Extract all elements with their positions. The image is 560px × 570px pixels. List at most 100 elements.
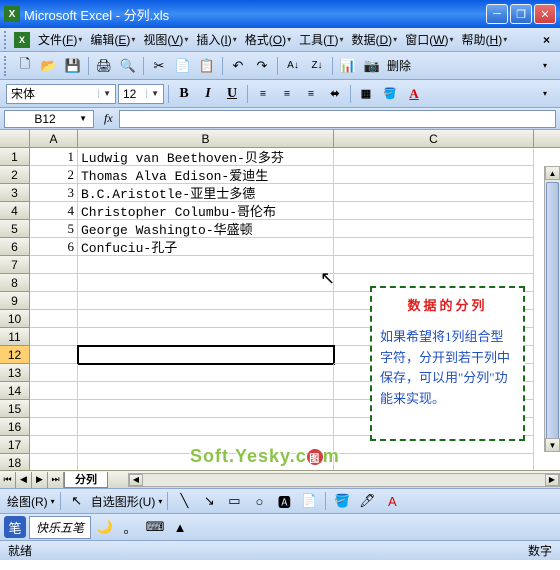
cell[interactable] [334, 202, 534, 220]
column-header[interactable]: B [78, 130, 334, 147]
cell[interactable] [30, 256, 78, 274]
scroll-right-icon[interactable]: ▶ [545, 474, 559, 486]
delete-label[interactable]: 删除 [385, 57, 413, 74]
menu-item[interactable]: 插入(I)▾ [192, 29, 240, 50]
row-header[interactable]: 1 [0, 148, 30, 166]
cell[interactable] [30, 454, 78, 470]
cell[interactable] [78, 382, 334, 400]
cell[interactable] [334, 184, 534, 202]
vertical-scrollbar[interactable]: ▲ ▼ [544, 166, 560, 452]
fill-color-icon[interactable]: 🪣 [331, 490, 353, 512]
cell[interactable]: Confuciu-孔子 [78, 238, 334, 256]
cell[interactable] [78, 256, 334, 274]
rectangle-icon[interactable]: ▭ [223, 490, 245, 512]
menu-item[interactable]: 文件(F)▾ [34, 29, 86, 50]
cell[interactable] [78, 292, 334, 310]
menu-item[interactable]: 数据(D)▾ [348, 29, 402, 50]
scroll-down-icon[interactable]: ▼ [545, 438, 560, 452]
preview-icon[interactable]: 🔍 [117, 55, 139, 77]
name-box[interactable]: B12 ▼ [4, 110, 94, 128]
scroll-left-icon[interactable]: ◀ [129, 474, 143, 486]
cell[interactable]: George Washingto-华盛顿 [78, 220, 334, 238]
undo-icon[interactable]: ↶ [227, 55, 249, 77]
ime-fullwidth-icon[interactable]: 🌙 [94, 516, 116, 538]
italic-button[interactable]: I [197, 83, 219, 105]
row-header[interactable]: 11 [0, 328, 30, 346]
row-header[interactable]: 15 [0, 400, 30, 418]
cell[interactable]: Ludwig van Beethoven-贝多芬 [78, 148, 334, 166]
tab-nav-first-icon[interactable]: ⏮ [0, 472, 16, 488]
cell[interactable] [78, 346, 334, 364]
cell[interactable] [334, 238, 534, 256]
horizontal-scrollbar[interactable]: ◀ ▶ [128, 473, 560, 487]
menu-item[interactable]: 视图(V)▾ [139, 29, 192, 50]
row-header[interactable]: 10 [0, 310, 30, 328]
column-header[interactable]: C [334, 130, 534, 147]
fx-icon[interactable]: fx [98, 111, 119, 126]
format-overflow-icon[interactable]: ▾ [534, 83, 556, 105]
menubar-handle[interactable] [4, 31, 10, 49]
new-icon[interactable]: 🗋 [14, 55, 36, 77]
cut-icon[interactable]: ✂ [148, 55, 170, 77]
row-header[interactable]: 12 [0, 346, 30, 364]
save-icon[interactable]: 💾 [62, 55, 84, 77]
cell[interactable] [78, 328, 334, 346]
cell[interactable]: Thomas Alva Edison-爱迪生 [78, 166, 334, 184]
arrow-icon[interactable]: ↘ [198, 490, 220, 512]
autoshapes-menu[interactable]: 自选图形(U) [91, 493, 156, 510]
ime-name[interactable]: 快乐五笔 [29, 516, 91, 539]
cell[interactable] [30, 310, 78, 328]
camera-icon[interactable]: 📷 [361, 55, 383, 77]
menu-item[interactable]: 格式(O)▾ [241, 29, 295, 50]
cell[interactable] [30, 364, 78, 382]
fill-color-icon[interactable]: 🪣 [379, 83, 401, 105]
maximize-button[interactable]: ❐ [510, 4, 532, 24]
row-header[interactable]: 2 [0, 166, 30, 184]
close-button[interactable]: ✕ [534, 4, 556, 24]
cell[interactable]: 6 [30, 238, 78, 256]
cell[interactable] [30, 328, 78, 346]
menu-item[interactable]: 工具(T)▾ [295, 29, 347, 50]
row-header[interactable]: 13 [0, 364, 30, 382]
select-all-corner[interactable] [0, 130, 30, 147]
row-header[interactable]: 3 [0, 184, 30, 202]
tab-nav-next-icon[interactable]: ▶ [32, 472, 48, 488]
ime-keyboard-icon[interactable]: ⌨ [144, 516, 166, 538]
oval-icon[interactable]: ○ [248, 490, 270, 512]
cell[interactable]: 4 [30, 202, 78, 220]
tab-nav-last-icon[interactable]: ⏭ [48, 472, 64, 488]
font-name-combo[interactable]: 宋体 ▼ [6, 84, 116, 104]
cell[interactable] [78, 418, 334, 436]
cell[interactable]: 5 [30, 220, 78, 238]
line-icon[interactable]: ╲ [173, 490, 195, 512]
select-objects-icon[interactable]: ↖ [66, 490, 88, 512]
textbox-icon[interactable]: 🅰 [273, 490, 295, 512]
redo-icon[interactable]: ↷ [251, 55, 273, 77]
row-header[interactable]: 8 [0, 274, 30, 292]
cell[interactable]: 1 [30, 148, 78, 166]
ime-icon[interactable]: 笔 [4, 516, 26, 538]
cell[interactable]: Christopher Columbu-哥伦布 [78, 202, 334, 220]
row-header[interactable]: 5 [0, 220, 30, 238]
paste-icon[interactable]: 📋 [196, 55, 218, 77]
cell[interactable] [30, 436, 78, 454]
formula-bar[interactable] [119, 110, 556, 128]
sort-asc-icon[interactable]: A↓ [282, 55, 304, 77]
font-size-combo[interactable]: 12 ▼ [118, 84, 164, 104]
draw-menu[interactable]: 绘图(R) [7, 493, 48, 510]
column-header[interactable]: A [30, 130, 78, 147]
cell[interactable] [334, 166, 534, 184]
underline-button[interactable]: U [221, 83, 243, 105]
cell[interactable] [30, 418, 78, 436]
tab-nav-prev-icon[interactable]: ◀ [16, 472, 32, 488]
open-icon[interactable]: 📂 [38, 55, 60, 77]
copy-icon[interactable]: 📄 [172, 55, 194, 77]
row-header[interactable]: 7 [0, 256, 30, 274]
ime-up-icon[interactable]: ▲ [169, 516, 191, 538]
cell[interactable] [78, 400, 334, 418]
row-header[interactable]: 6 [0, 238, 30, 256]
cell[interactable] [78, 274, 334, 292]
minimize-button[interactable]: ─ [486, 4, 508, 24]
menu-item[interactable]: 编辑(E)▾ [86, 29, 139, 50]
cell[interactable]: 3 [30, 184, 78, 202]
